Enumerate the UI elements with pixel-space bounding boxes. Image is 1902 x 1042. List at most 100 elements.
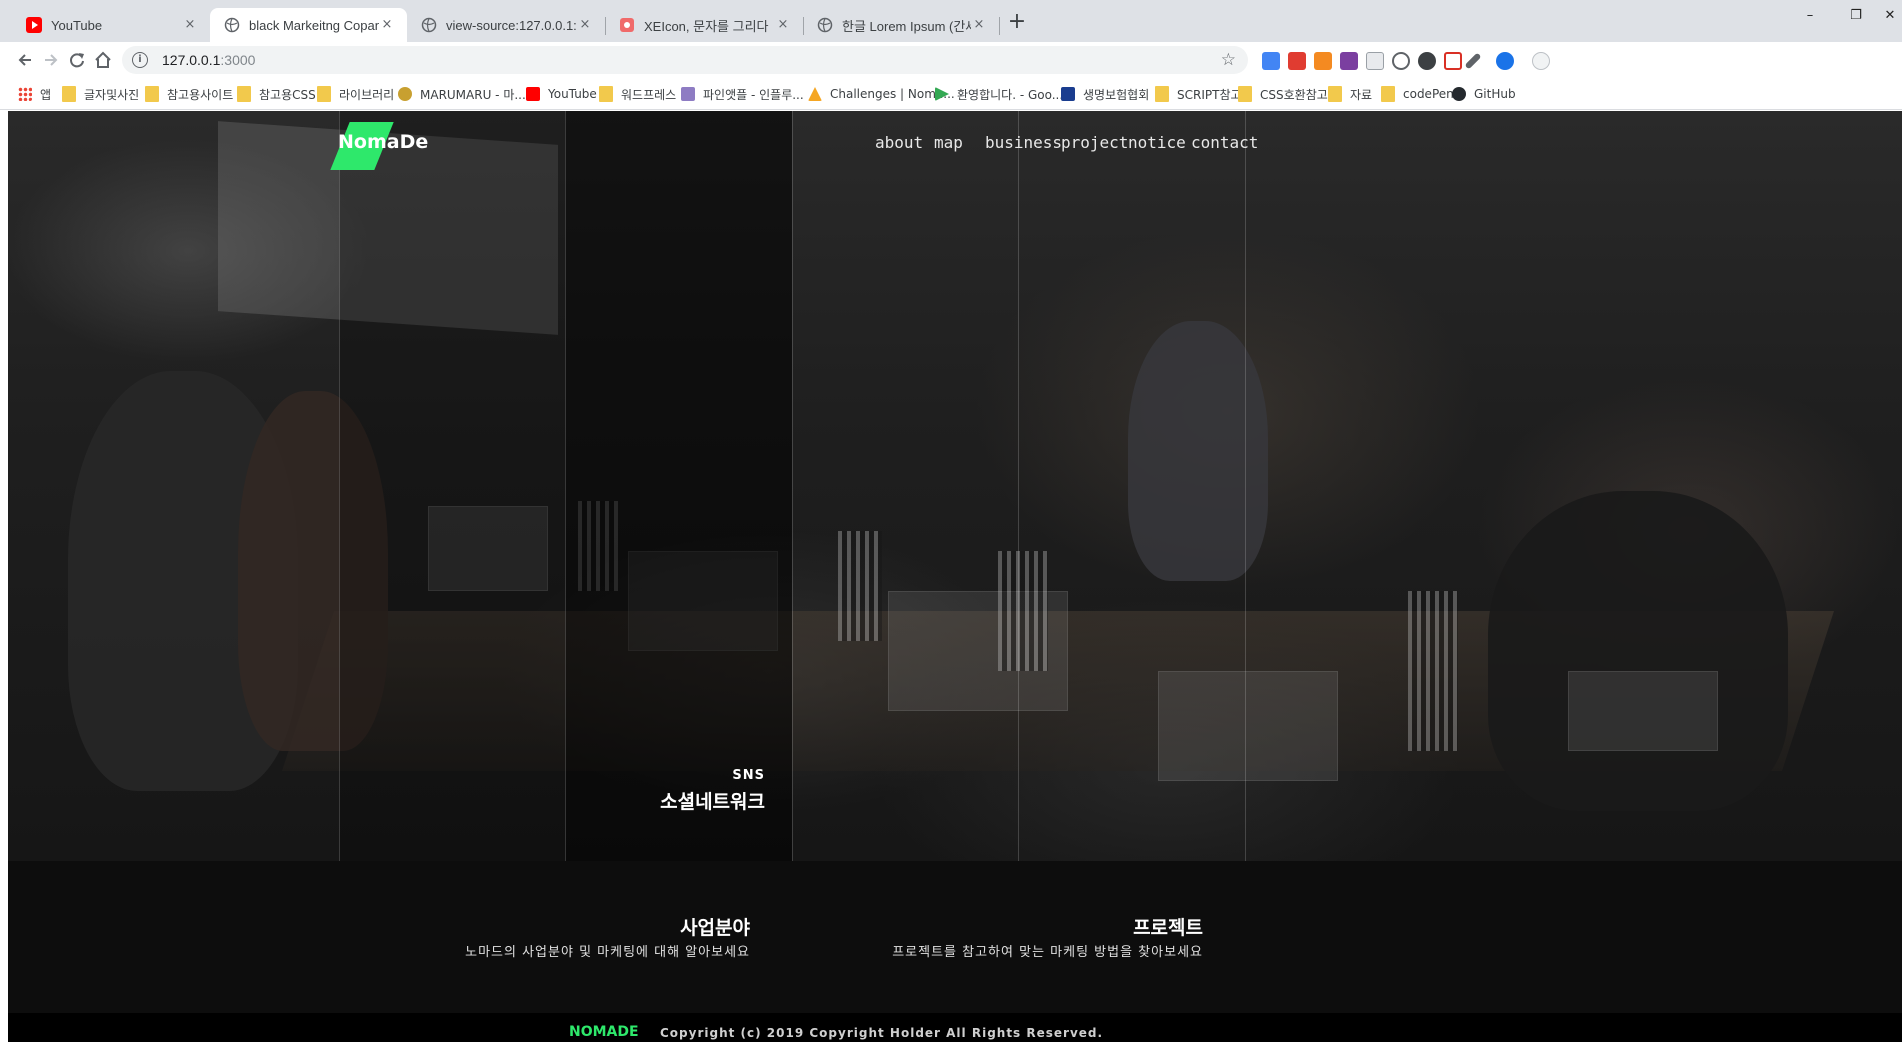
pineapple-icon: [681, 87, 695, 101]
nav-contact[interactable]: contact: [1191, 133, 1258, 152]
apps-grid-icon: [18, 87, 32, 101]
tab-view-source[interactable]: view-source:127.0.0.1:3000/map ×: [407, 8, 605, 42]
google-ads-icon: [935, 87, 949, 101]
bookmark-item[interactable]: Challenges | Noma...: [808, 85, 955, 103]
globe-icon: [224, 17, 240, 33]
page-viewport: NomaDe about map business project notice…: [8, 111, 1902, 1042]
browser-toolbar: i 127.0.0.1:3000 ☆: [0, 42, 1902, 78]
column-divider: [1018, 111, 1019, 861]
column-overlay: [339, 111, 565, 861]
hero-bag-shape: [1408, 591, 1458, 751]
folder-icon: [145, 86, 159, 102]
new-tab-button[interactable]: +: [1006, 11, 1028, 34]
nav-map[interactable]: map: [934, 133, 963, 152]
bookmark-item[interactable]: GitHub: [1452, 85, 1516, 103]
bookmark-item[interactable]: 앱: [18, 85, 51, 103]
bookmark-item[interactable]: 라이브러리: [317, 85, 394, 103]
tab-title: view-source:127.0.0.1:3000/map: [446, 17, 577, 33]
close-icon[interactable]: ×: [971, 17, 987, 33]
close-icon[interactable]: ×: [577, 17, 593, 33]
hero-bag-shape: [998, 551, 1048, 671]
bookmark-item[interactable]: MARUMARU - 마...: [398, 85, 526, 103]
extension-icon[interactable]: [1366, 52, 1384, 70]
address-bar[interactable]: i 127.0.0.1:3000 ☆: [122, 46, 1248, 74]
tab-separator: [999, 17, 1000, 35]
hero-chair-shape: [1488, 491, 1788, 811]
sns-label: SNS: [732, 768, 765, 783]
hero-person-shape: [1128, 321, 1268, 581]
bookmark-item[interactable]: codePen: [1381, 85, 1454, 103]
nav-about[interactable]: about: [875, 133, 923, 152]
bookmark-item[interactable]: 파인앳플 - 인플루...: [681, 85, 804, 103]
bookmark-item[interactable]: 자료: [1328, 85, 1372, 103]
globe-icon: [421, 17, 437, 33]
bookmark-item[interactable]: 글자및사진: [62, 85, 139, 103]
extension-icon[interactable]: [1418, 52, 1436, 70]
folder-icon: [317, 86, 331, 102]
bookmark-item[interactable]: 환영합니다. - Goo...: [935, 85, 1063, 103]
tab-xeicon[interactable]: XEIcon, 문자를 그리다 ×: [605, 8, 803, 42]
extension-icon[interactable]: [1444, 52, 1462, 70]
nav-project[interactable]: project: [1061, 133, 1128, 152]
onenote-extension-icon[interactable]: [1340, 52, 1358, 70]
xeicon-icon: [619, 17, 635, 33]
business-section-desc: 노마드의 사업분야 및 마케팅에 대해 알아보세요: [465, 945, 750, 960]
footer-logo: NOMADE: [569, 1024, 639, 1040]
tab-lorem-ipsum[interactable]: 한글 Lorem Ipsum (간세네) ×: [803, 8, 999, 42]
site-footer: NOMADE Copyright (c) 2019 Copyright Hold…: [8, 1013, 1902, 1042]
reload-icon[interactable]: [66, 49, 88, 71]
project-section-title[interactable]: 프로젝트: [1133, 913, 1203, 940]
bookmark-item[interactable]: 워드프레스: [599, 85, 676, 103]
extension-icon[interactable]: [1496, 52, 1514, 70]
bookmark-item[interactable]: 참고용CSS: [237, 85, 316, 103]
back-icon[interactable]: [14, 49, 36, 71]
bookmark-item[interactable]: SCRIPT참고: [1155, 85, 1242, 103]
bookmark-item[interactable]: CSS호환참고: [1238, 85, 1328, 103]
tab-title: XEIcon, 문자를 그리다: [644, 18, 769, 34]
hero-background-image: [8, 111, 1902, 861]
forward-icon[interactable]: [40, 49, 62, 71]
extension-icon[interactable]: [1314, 52, 1332, 70]
bookmarks-bar: 앱 글자및사진 참고용사이트 참고용CSS 라이브러리 MARUMARU - 마…: [0, 78, 1902, 110]
minimize-button[interactable]: –: [1790, 8, 1830, 28]
project-section-desc: 프로젝트를 참고하여 맞는 마케팅 방법을 찾아보세요: [892, 945, 1203, 960]
sns-title[interactable]: 소셜네트워크: [660, 787, 765, 814]
business-section-title[interactable]: 사업분야: [680, 913, 750, 940]
nav-notice[interactable]: notice: [1128, 133, 1186, 152]
home-icon[interactable]: [92, 49, 114, 71]
tab-youtube[interactable]: YouTube ×: [12, 8, 210, 42]
globe-icon: [817, 17, 833, 33]
nomad-icon: [808, 87, 822, 101]
hero-laptop-shape: [1568, 671, 1718, 751]
close-window-button[interactable]: ✕: [1870, 8, 1902, 28]
pen-extension-icon[interactable]: [1464, 52, 1482, 70]
close-icon[interactable]: ×: [379, 17, 395, 33]
folder-icon: [62, 86, 76, 102]
extension-icon[interactable]: [1288, 52, 1306, 70]
footer-copyright: Copyright (c) 2019 Copyright Holder All …: [660, 1026, 1104, 1040]
folder-icon: [1238, 86, 1252, 102]
bookmark-item[interactable]: YouTube: [526, 85, 597, 103]
profile-avatar[interactable]: [1532, 52, 1550, 70]
pocket-extension-icon[interactable]: [1392, 52, 1410, 70]
site-logo[interactable]: NomaDe: [338, 131, 428, 153]
tab-black-marketing[interactable]: black Markeitng Copany ×: [210, 8, 407, 42]
klia-icon: [1061, 87, 1075, 101]
section-band: 사업분야 노마드의 사업분야 및 마케팅에 대해 알아보세요 프로젝트 프로젝트…: [8, 861, 1902, 1013]
bookmark-star-icon[interactable]: ☆: [1221, 50, 1236, 70]
info-icon[interactable]: i: [132, 52, 148, 68]
translate-extension-icon[interactable]: [1262, 52, 1280, 70]
close-icon[interactable]: ×: [775, 17, 791, 33]
marumaru-icon: [398, 87, 412, 101]
close-icon[interactable]: ×: [182, 17, 198, 33]
column-overlay-active[interactable]: [565, 111, 792, 861]
url-text: 127.0.0.1:3000: [162, 52, 256, 68]
youtube-icon: [26, 17, 42, 33]
folder-icon: [1155, 86, 1169, 102]
bookmark-item[interactable]: 참고용사이트: [145, 85, 233, 103]
bookmark-item[interactable]: 생명보험협회: [1061, 85, 1149, 103]
folder-icon: [237, 86, 251, 102]
github-icon: [1452, 87, 1466, 101]
nav-business[interactable]: business: [985, 133, 1062, 152]
browser-tab-strip: YouTube × black Markeitng Copany × view-…: [0, 0, 1902, 42]
